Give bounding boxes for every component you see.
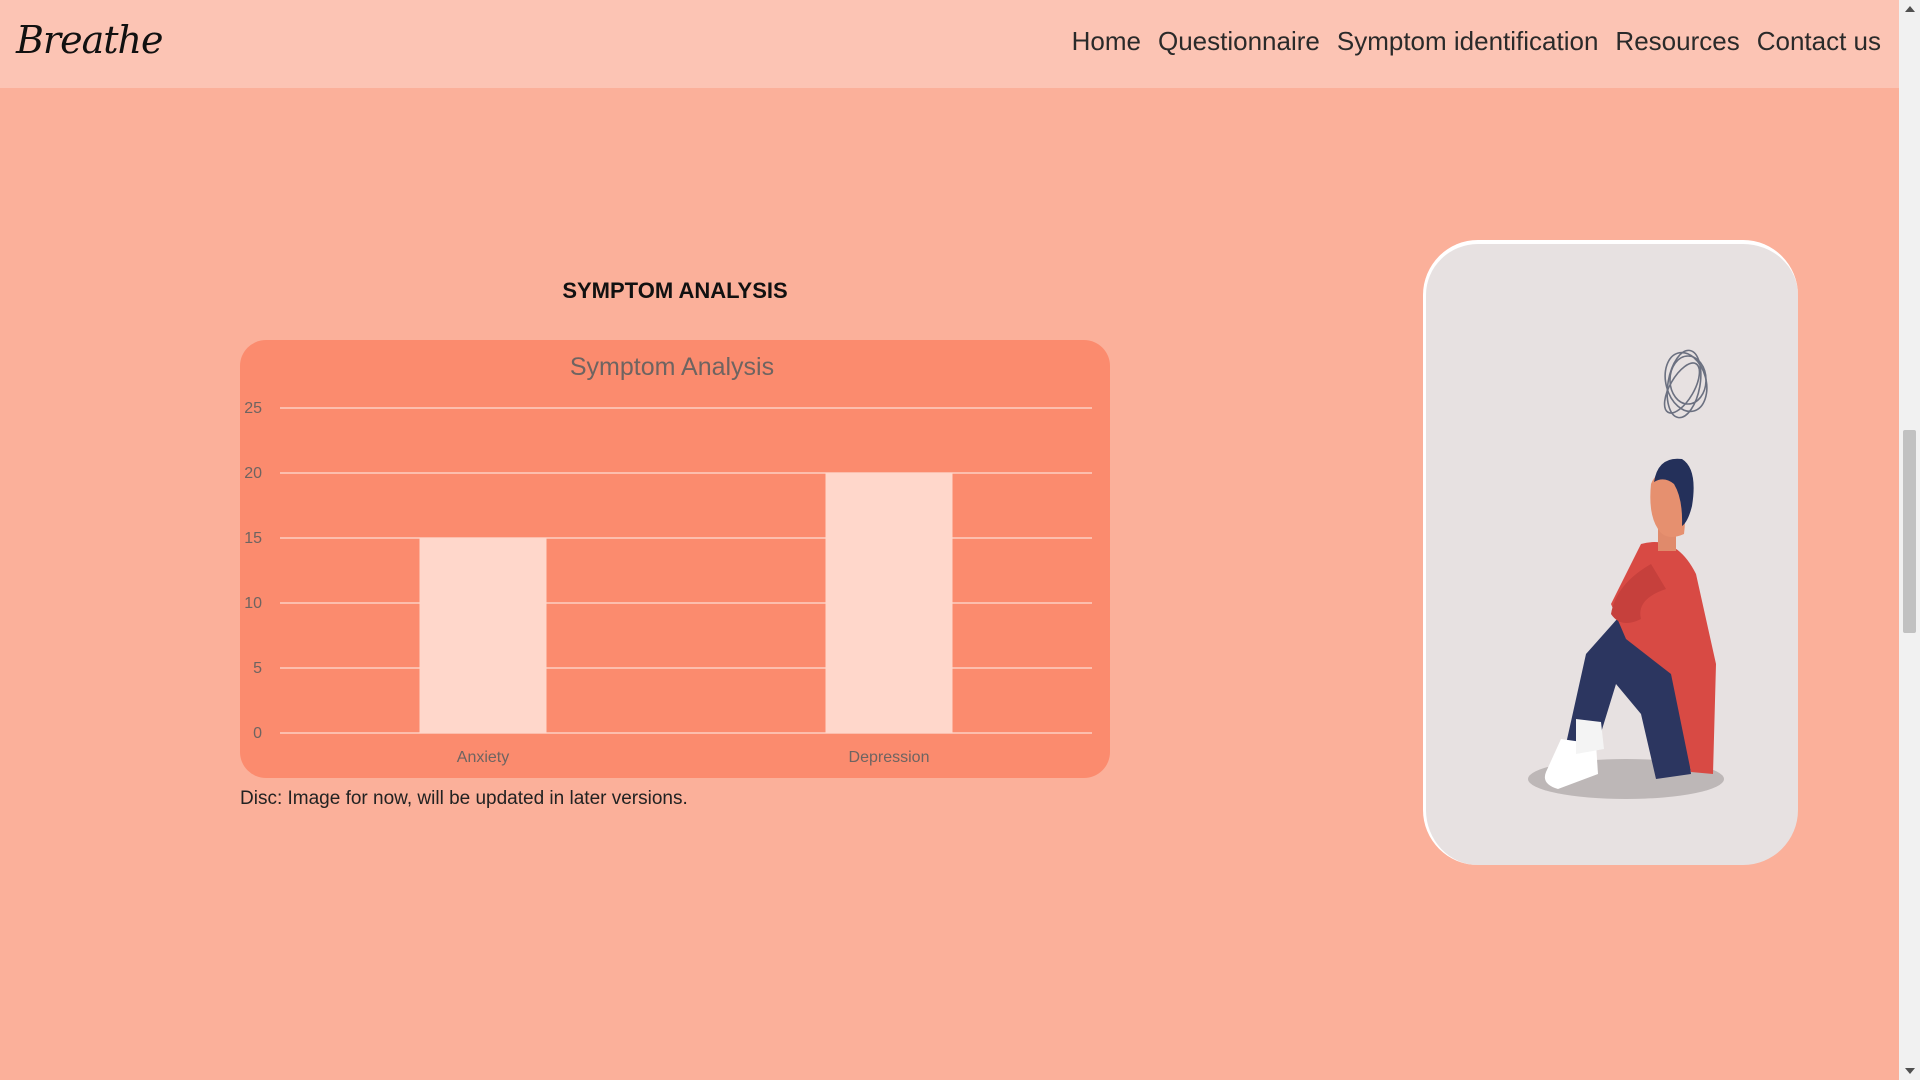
page-scrollbar[interactable] [1899,0,1920,1080]
y-tick-label: 20 [244,465,262,482]
symptom-chart: Symptom Analysis 0 5 10 15 20 25 Anxiety Depress… [240,340,1110,778]
y-tick-label: 25 [244,400,262,417]
chart-svg: Symptom Analysis 0 5 10 15 20 25 Anxiety Depress… [244,353,1092,766]
y-tick-label: 10 [244,595,262,612]
scroll-thumb[interactable] [1903,430,1916,633]
x-tick-label: Anxiety [457,749,509,766]
scroll-down-icon[interactable] [1905,1068,1915,1074]
disclaimer-text: Disc: Image for now, will be updated in … [240,788,688,809]
navbar: Breathe Home Questionnaire Symptom ident… [0,0,1899,88]
scroll-up-icon[interactable] [1905,6,1915,12]
nav-link-contact-us[interactable]: Contact us [1757,26,1881,57]
logo[interactable]: Breathe [16,18,163,62]
bar-depression [825,473,953,733]
nav-link-home[interactable]: Home [1072,26,1141,57]
chart-title: Symptom Analysis [570,353,774,381]
y-tick-label: 15 [244,530,262,547]
nav-link-questionnaire[interactable]: Questionnaire [1158,26,1320,57]
illustration-card [1423,240,1798,865]
bar-anxiety [419,538,547,733]
shoe-right [1576,719,1604,754]
person-sitting-sad-illustration-icon [1528,349,1724,799]
y-tick-label: 5 [253,660,262,677]
nav-links: Home Questionnaire Symptom identificatio… [1072,26,1881,57]
y-tick-label: 0 [253,725,262,742]
nav-link-resources[interactable]: Resources [1615,26,1739,57]
x-tick-label: Depression [849,749,930,766]
scribble-icon [1663,349,1708,419]
section-title: SYMPTOM ANALYSIS [562,278,788,303]
nav-link-symptom-identification[interactable]: Symptom identification [1337,26,1599,57]
